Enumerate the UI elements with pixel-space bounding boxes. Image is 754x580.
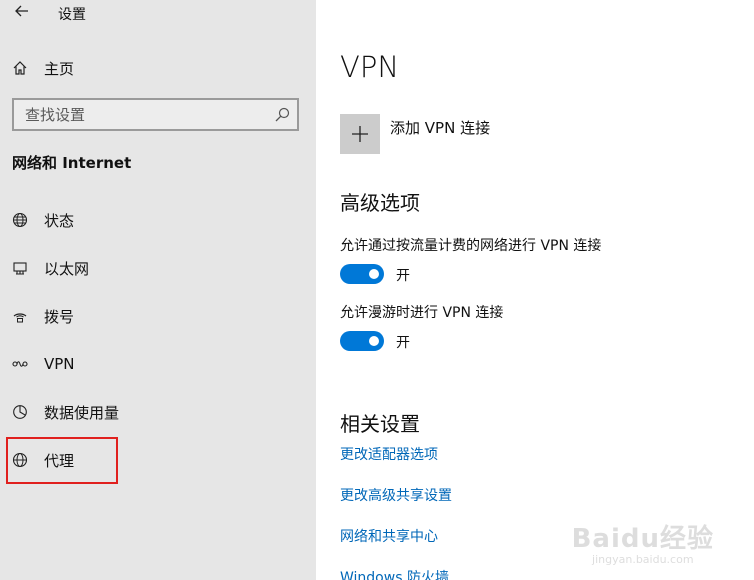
link-advanced-sharing[interactable]: 更改高级共享设置 xyxy=(340,485,452,505)
sidebar-item-label: 状态 xyxy=(44,211,75,230)
setting-label-roaming: 允许漫游时进行 VPN 连接 xyxy=(340,305,504,321)
toggle-knob xyxy=(369,336,379,346)
roaming-vpn-toggle[interactable] xyxy=(340,331,384,351)
sidebar-item-label: 拨号 xyxy=(44,307,75,326)
data-usage-icon xyxy=(11,403,29,421)
sidebar-item-label: 代理 xyxy=(44,451,75,470)
toggle-knob xyxy=(369,269,379,279)
page-title: VPN xyxy=(340,50,400,84)
add-vpn-label: 添加 VPN 连接 xyxy=(390,119,491,137)
add-vpn-button[interactable]: 添加 VPN 连接 xyxy=(340,114,490,154)
link-network-sharing-center[interactable]: 网络和共享中心 xyxy=(340,526,438,546)
sidebar-item-label: 主页 xyxy=(44,59,75,78)
back-arrow-icon xyxy=(15,5,28,17)
vpn-icon xyxy=(11,355,29,373)
setting-label-metered: 允许通过按流量计费的网络进行 VPN 连接 xyxy=(340,238,602,254)
sidebar-item-dial-up[interactable]: 拨号 xyxy=(0,298,316,334)
sidebar-item-home[interactable]: 主页 xyxy=(0,52,316,84)
back-button[interactable] xyxy=(10,0,34,22)
advanced-options-heading: 高级选项 xyxy=(340,191,420,215)
main-content: VPN 添加 VPN 连接 高级选项 允许通过按流量计费的网络进行 VPN 连接… xyxy=(316,0,754,580)
link-windows-firewall[interactable]: Windows 防火墙 xyxy=(340,567,449,580)
toggle-state-text: 开 xyxy=(396,268,410,284)
plus-icon xyxy=(352,126,368,142)
section-title: 网络和 Internet xyxy=(12,154,132,172)
metered-vpn-toggle[interactable] xyxy=(340,264,384,284)
add-tile[interactable] xyxy=(340,114,380,154)
ethernet-icon xyxy=(11,259,29,277)
sidebar-item-status[interactable]: 状态 xyxy=(0,202,316,238)
toggle-state-text: 开 xyxy=(396,335,410,351)
link-adapter-options[interactable]: 更改适配器选项 xyxy=(340,444,438,464)
sidebar-item-vpn[interactable]: VPN xyxy=(0,346,316,382)
sidebar-item-ethernet[interactable]: 以太网 xyxy=(0,250,316,286)
search-placeholder: 查找设置 xyxy=(25,106,86,124)
search-input[interactable]: 查找设置 xyxy=(12,98,299,131)
search-icon[interactable] xyxy=(274,107,290,123)
sidebar-item-proxy[interactable]: 代理 xyxy=(0,442,316,478)
globe-status-icon xyxy=(11,211,29,229)
sidebar-item-label: VPN xyxy=(44,355,75,373)
home-icon xyxy=(11,59,29,77)
sidebar: 设置 主页 查找设置 网络和 Internet 状态 以太网 拨号 VPN 数据… xyxy=(0,0,316,580)
sidebar-item-label: 以太网 xyxy=(44,259,90,278)
globe-icon xyxy=(11,451,29,469)
dial-up-icon xyxy=(11,307,29,325)
related-settings-heading: 相关设置 xyxy=(340,412,420,436)
sidebar-item-label: 数据使用量 xyxy=(44,403,120,422)
sidebar-item-data-usage[interactable]: 数据使用量 xyxy=(0,394,316,430)
app-title: 设置 xyxy=(58,7,86,23)
